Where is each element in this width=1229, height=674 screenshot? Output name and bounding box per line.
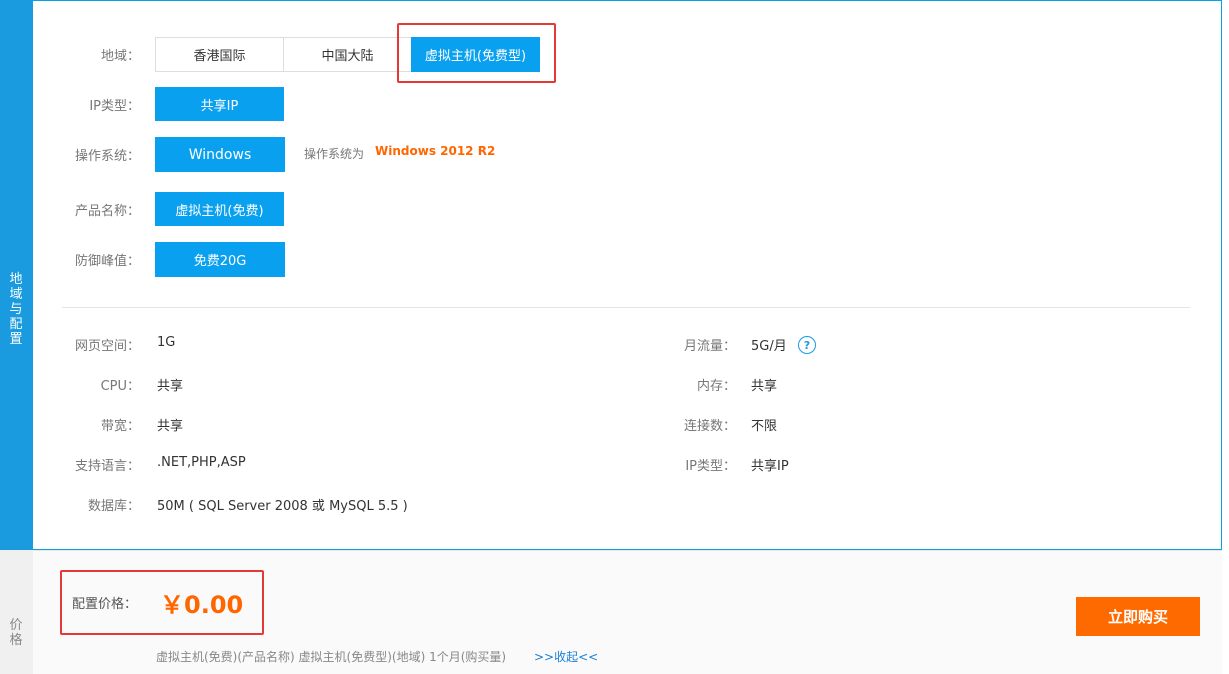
side-tab-config-label: 地域与配置 bbox=[9, 272, 23, 347]
region-option-hongkong[interactable]: 香港国际 bbox=[155, 37, 284, 72]
spec-value-ip-type: 共享IP bbox=[751, 459, 789, 474]
spec-value-connections: 不限 bbox=[751, 419, 778, 434]
purchase-config-panel: 地域与配置 地域： 香港国际 中国大陆 虚拟主机(免费型) IP类型： 共享IP… bbox=[0, 0, 1229, 674]
section-divider bbox=[62, 307, 1190, 308]
spec-value-memory: 共享 bbox=[751, 379, 778, 394]
highlight-box-price bbox=[60, 570, 264, 635]
os-option-windows[interactable]: Windows bbox=[155, 137, 285, 172]
side-tab-config: 地域与配置 bbox=[0, 0, 33, 550]
spec-label-cpu: CPU： bbox=[100, 379, 140, 394]
spec-label-ip-type: IP类型： bbox=[685, 459, 736, 474]
spec-label-memory: 内存： bbox=[696, 379, 736, 394]
defense-option-free-20g[interactable]: 免费20G bbox=[155, 242, 285, 277]
question-circle-icon[interactable]: ? bbox=[798, 336, 816, 354]
highlight-box-region bbox=[397, 23, 556, 83]
spec-value-cpu: 共享 bbox=[157, 379, 184, 394]
os-version: Windows 2012 R2 bbox=[375, 144, 496, 158]
side-tab-price: 价格 bbox=[0, 550, 33, 674]
spec-value-web-space: 1G bbox=[157, 335, 176, 350]
spec-label-languages: 支持语言： bbox=[74, 459, 140, 474]
spec-value-languages: .NET,PHP,ASP bbox=[157, 455, 246, 470]
product-option-free-host[interactable]: 虚拟主机(免费) bbox=[155, 192, 284, 226]
spec-label-bandwidth: 带宽： bbox=[100, 419, 140, 434]
spec-value-bandwidth: 共享 bbox=[157, 419, 184, 434]
order-summary: 虚拟主机(免费)(产品名称) 虚拟主机(免费型)(地域) 1个月(购买量) bbox=[156, 650, 507, 664]
defense-label: 防御峰值： bbox=[74, 254, 140, 269]
spec-label-connections: 连接数： bbox=[683, 419, 736, 434]
buy-now-button[interactable]: 立即购买 bbox=[1076, 597, 1200, 636]
spec-label-web-space: 网页空间： bbox=[74, 339, 140, 354]
spec-value-database: 50M ( SQL Server 2008 或 MySQL 5.5 ) bbox=[157, 499, 408, 514]
spec-label-database: 数据库： bbox=[87, 499, 140, 514]
spec-label-monthly-traffic: 月流量： bbox=[683, 339, 736, 354]
side-tab-price-label: 价格 bbox=[9, 618, 23, 648]
region-label: 地域： bbox=[100, 49, 140, 64]
region-option-mainland[interactable]: 中国大陆 bbox=[283, 37, 412, 72]
collapse-link[interactable]: >>收起<< bbox=[534, 648, 598, 665]
ip-type-option-shared[interactable]: 共享IP bbox=[155, 87, 284, 121]
ip-type-label: IP类型： bbox=[89, 99, 140, 114]
product-label: 产品名称： bbox=[74, 204, 140, 219]
os-note: 操作系统为 bbox=[304, 147, 365, 161]
spec-value-monthly-traffic: 5G/月 bbox=[751, 339, 787, 354]
os-label: 操作系统： bbox=[74, 149, 140, 164]
